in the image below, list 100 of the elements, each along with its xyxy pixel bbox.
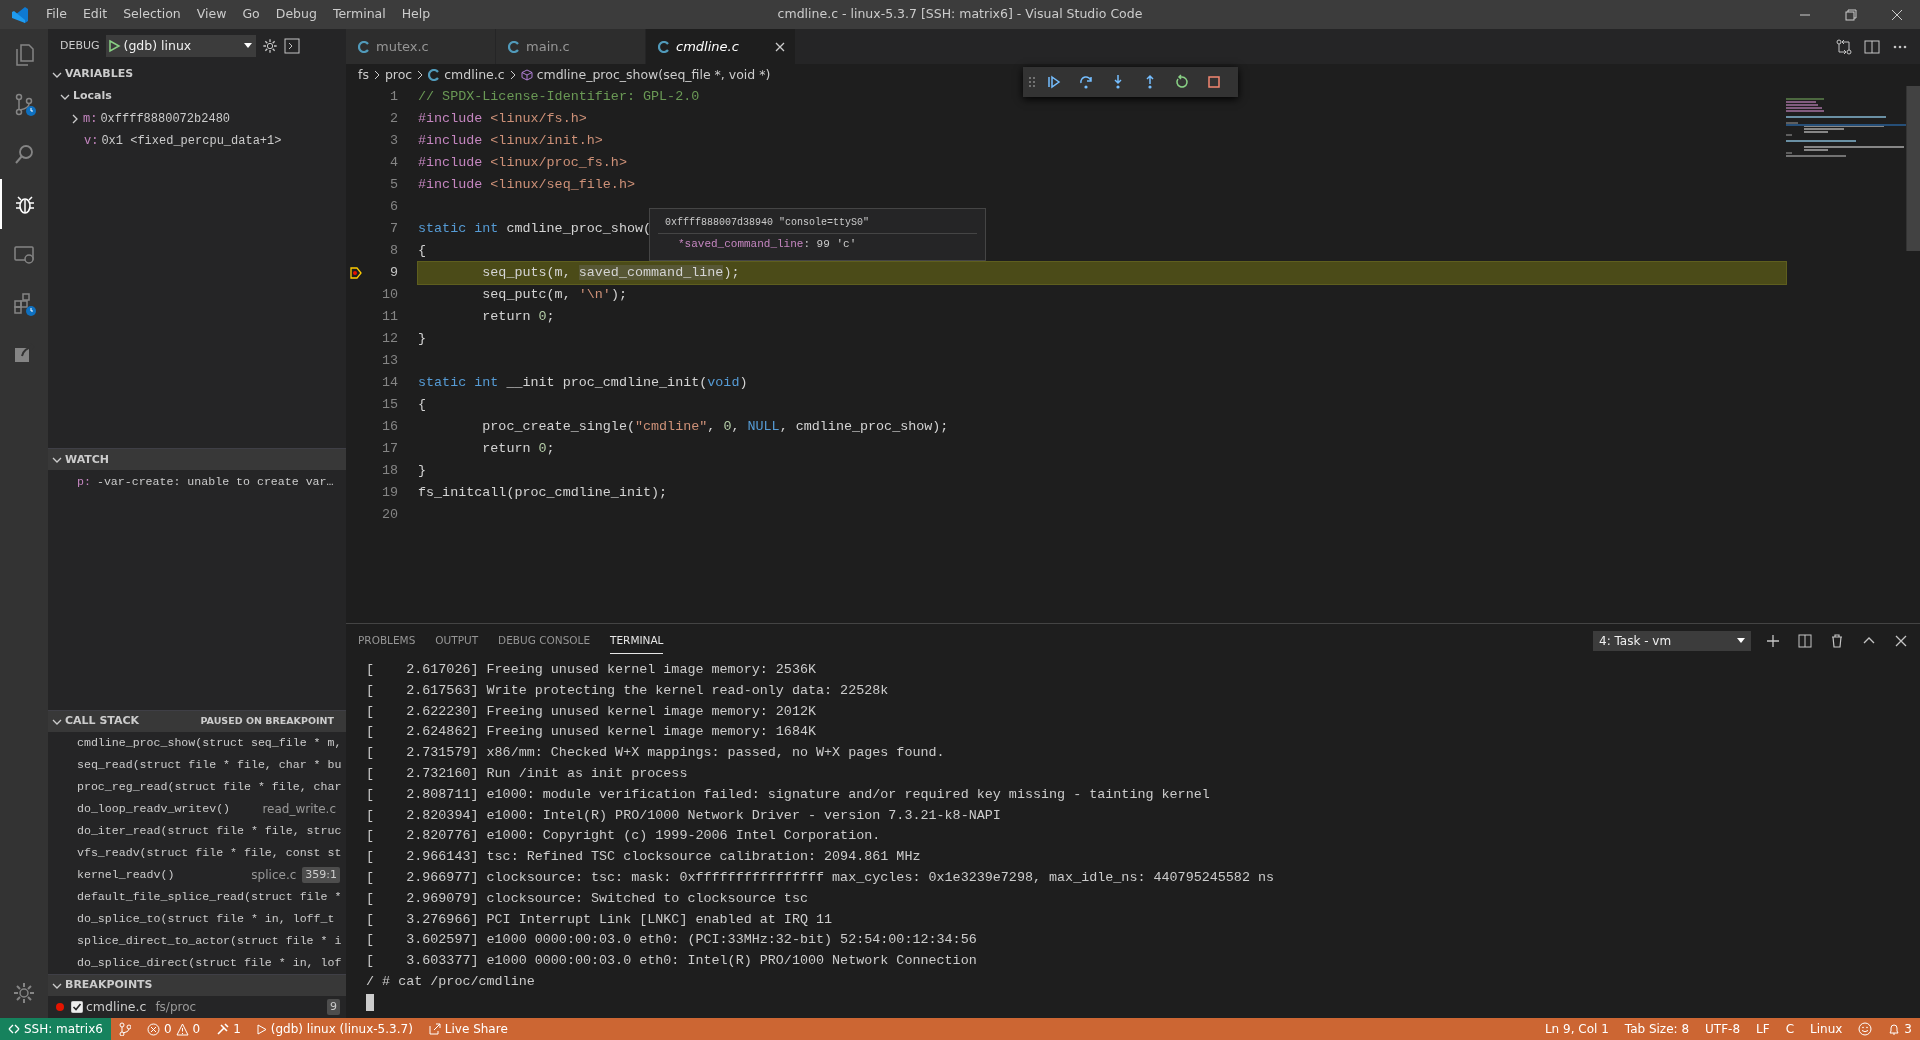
status-item[interactable]: LF [1748,1018,1778,1040]
restart-icon[interactable] [1174,74,1190,90]
status-item[interactable]: UTF-8 [1697,1018,1749,1040]
menu-item[interactable]: Go [234,5,268,24]
status-item[interactable]: Ln 9, Col 1 [1536,1018,1617,1040]
notifications-indicator[interactable]: 3 [1880,1018,1920,1040]
stack-frame[interactable]: do_splice_to(struct file * in, loff_t [77,910,335,928]
stack-frame[interactable]: default_file_splice_read(struct file * [77,888,342,906]
drag-handle-icon[interactable] [1029,76,1035,88]
terminal-line: / # cat /proc/cmdline [366,972,536,991]
close-icon[interactable] [775,41,785,52]
chevron-right-icon [416,70,425,80]
settings-icon[interactable] [261,38,278,55]
stack-frame[interactable]: vfs_readv(struct file * file, const st [77,844,342,862]
terminal-line: [ 3.602597] e1000 0000:00:03.0 eth0: (PCI:33MHz:32-bit) 52:54:00:12:34:56 [366,931,978,950]
terminal-line: [ 2.617026] Freeing unused kernel image memory: 2536K [366,661,817,679]
variable-value: 0xffff8880072b2480 [100,110,231,128]
stack-frame[interactable]: do_iter_read(struct file * file, struc [77,822,342,840]
close-icon[interactable] [1894,633,1908,648]
debug-label: DEBUG [60,38,100,54]
variable-value: 0x1 <fixed_percpu_data+1> [101,132,282,150]
remote-indicator[interactable]: SSH: matrix6 [0,1018,111,1040]
breadcrumb[interactable]: cmdline.c [444,65,505,85]
breadcrumb[interactable]: proc [384,65,413,85]
menu-item[interactable]: Terminal [324,5,394,24]
editor-tab[interactable]: main.c [496,29,646,64]
stack-frame[interactable]: proc_reg_read(struct file * file, char [77,778,342,796]
checked-checkbox-icon[interactable] [71,1001,83,1013]
code-line: seq_puts(m, saved_command_line); [481,264,740,282]
branch-icon[interactable] [118,1022,131,1036]
live-share-button[interactable]: Live Share [420,1018,516,1040]
step-over-icon[interactable] [1078,74,1094,90]
error-icon [146,1022,160,1036]
menu-item[interactable]: Selection [115,5,189,24]
extensions-icon[interactable] [12,292,36,316]
terminal-line: [ 2.808711] e1000: module verification failed: signature and/or required key missing - tainting kernel [366,785,1211,804]
section-title[interactable]: WATCH [65,451,110,469]
panel-tab[interactable]: DEBUG CONSOLE [498,627,591,654]
trash-icon[interactable] [1830,633,1844,648]
menu-item[interactable]: Edit [74,5,116,24]
stack-frame[interactable]: splice_direct_to_actor(struct file * i [77,932,342,950]
editor-tab[interactable]: mutex.c [346,29,496,64]
panel-tab[interactable]: OUTPUT [435,627,479,654]
line-number: 15 [380,395,398,414]
stack-frame[interactable]: seq_read(struct file * file, char * bu [77,756,342,774]
c-file-icon [358,40,370,53]
line-number: 12 [380,329,398,348]
terminal-line: [ 2.731579] x86/mm: Checked W+X mappings: passed, no W+X pages found. [366,744,946,763]
status-item[interactable]: Linux [1802,1018,1851,1040]
line-number: 17 [380,439,398,458]
code-line: } [418,462,427,480]
terminal-line: [ 2.820394] e1000: Intel(R) PRO/1000 Network Driver - version 7.3.21-k8-NAPI [366,806,1002,825]
line-number: 10 [380,285,398,304]
stop-icon[interactable] [1206,74,1222,90]
section-title[interactable]: CALL STACK [65,713,140,730]
search-icon[interactable] [12,142,36,166]
breakpoint-file[interactable]: cmdline.c [86,997,147,1017]
panel-tab[interactable]: PROBLEMS [358,627,416,654]
section-title[interactable]: VARIABLES [65,66,134,83]
terminal-icon[interactable] [283,38,300,55]
variable-name: m: [83,110,98,128]
split-terminal-icon[interactable] [1798,633,1812,648]
smiley-icon[interactable] [1858,1022,1873,1036]
breadcrumb[interactable]: cmdline_proc_show(seq_file *, void *) [536,65,771,85]
editor-tab[interactable]: cmdline.c [646,29,796,64]
stack-frame[interactable]: cmdline_proc_show(struct seq_file * m, [77,734,342,752]
call-stack-status: PAUSED ON BREAKPOINT [200,714,335,729]
continue-icon[interactable] [1046,74,1062,90]
stack-frame[interactable]: kernel_readv() [77,866,175,884]
breadcrumb[interactable]: fs [358,65,369,85]
menu-item[interactable]: View [188,5,235,24]
scrollbar-thumb[interactable] [1906,86,1920,251]
caret-icon [243,43,252,50]
minimap-drawing[interactable] [1786,98,1906,160]
compare-changes-icon[interactable] [1836,38,1852,55]
close-icon[interactable] [1891,8,1903,21]
terminal-line: [ 2.732160] Run /init as init process [366,765,689,783]
menu-item[interactable]: Help [393,5,439,24]
code-line: static int cmdline_proc_show( [418,220,652,238]
tools-indicator[interactable]: 1 [208,1018,249,1040]
hover-value: 0xffff888007d38940 "console=ttyS0" [658,213,977,234]
configuration-dropdown[interactable]: (gdb) linux [105,35,256,58]
menu-item[interactable]: Debug [267,5,325,24]
stack-frame[interactable]: do_loop_readv_writev() [77,800,231,818]
menu-item[interactable]: File [38,5,75,24]
problems-indicator[interactable]: 0 0 [138,1018,209,1040]
stack-frame[interactable]: do_splice_direct(struct file * in, lof [77,954,342,972]
chevron-right-icon[interactable] [70,113,80,124]
panel-tab[interactable]: TERMINAL [610,627,664,654]
frame-position: 359:1 [302,866,340,884]
terminal-dropdown[interactable]: 4: Task - vm [1593,630,1751,651]
split-editor-icon[interactable] [1864,38,1880,55]
debug-launch[interactable]: (gdb) linux (linux-5.3.7) [248,1018,421,1040]
status-item[interactable]: Tab Size: 8 [1616,1018,1698,1040]
warning-icon [175,1022,189,1036]
add-icon[interactable] [1766,633,1780,648]
c-file-icon [428,69,441,81]
status-item[interactable]: C [1777,1018,1802,1040]
restore-icon[interactable] [1845,8,1857,21]
scope-label[interactable]: Locals [73,88,112,105]
